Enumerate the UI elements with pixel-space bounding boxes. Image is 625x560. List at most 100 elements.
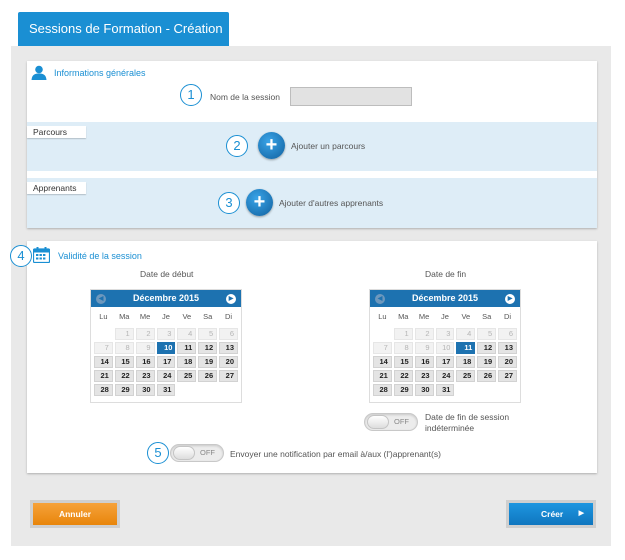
calendar-day[interactable]: 16 (414, 356, 434, 368)
calendar-day[interactable]: 29 (393, 384, 413, 396)
calendar-day[interactable]: 20 (498, 356, 517, 368)
next-month-icon[interactable]: ▶ (226, 294, 236, 304)
calendar-day[interactable]: 18 (177, 356, 197, 368)
weekday-header: Je (162, 312, 170, 321)
calendar-day[interactable]: 25 (456, 370, 476, 382)
indefinite-end-label-line2: indéterminée (425, 423, 475, 433)
calendar-day[interactable]: 29 (114, 384, 134, 396)
toggle-knob (367, 415, 389, 429)
calendar-day[interactable]: 18 (456, 356, 476, 368)
calendar-day[interactable]: 17 (156, 356, 176, 368)
calendar-blank-cell (94, 328, 113, 340)
calendar-day[interactable]: 11 (177, 342, 197, 354)
calendar-day[interactable]: 26 (198, 370, 218, 382)
calendar-day[interactable]: 12 (198, 342, 218, 354)
calendar-day[interactable]: 13 (498, 342, 517, 354)
calendar-day-selected[interactable]: 10 (156, 342, 176, 354)
prev-month-icon[interactable]: ◀ (375, 294, 385, 304)
calendar-day: 8 (114, 342, 134, 354)
end-date-label: Date de fin (425, 269, 467, 279)
indefinite-end-label-line1: Date de fin de session (425, 412, 510, 422)
calendar-day[interactable]: 25 (177, 370, 197, 382)
prev-month-icon[interactable]: ◀ (96, 294, 106, 304)
user-icon (31, 65, 47, 80)
weekday-header: Ma (398, 312, 409, 321)
weekday-header: Me (418, 312, 430, 321)
calendar-day[interactable]: 23 (414, 370, 434, 382)
calendar-day[interactable]: 28 (373, 384, 392, 396)
plus-icon: + (265, 134, 278, 156)
add-parcours-button[interactable]: + (258, 132, 285, 159)
step-5-badge: 5 (147, 442, 169, 464)
calendar-day[interactable]: 12 (477, 342, 497, 354)
plus-icon: + (253, 191, 266, 213)
calendar-day[interactable]: 30 (414, 384, 434, 396)
calendar-day[interactable]: 21 (373, 370, 392, 382)
start-date-calendar: ◀ Décembre 2015 ▶ Lu Ma Me Je Ve Sa Di 1 2 3 4 5 6 7 8… (90, 289, 242, 403)
create-button-frame: Créer ▶ (506, 500, 596, 528)
calendar-icon (32, 247, 51, 264)
calendar-day[interactable]: 15 (114, 356, 134, 368)
calendar-day[interactable]: 24 (435, 370, 455, 382)
weekday-header: Di (504, 312, 512, 321)
calendar-day: 5 (198, 328, 218, 340)
calendar-month: Décembre 2015 (132, 293, 200, 303)
calendar-day: 9 (135, 342, 155, 354)
calendar-day: 7 (94, 342, 113, 354)
apprenants-label: Apprenants (27, 182, 86, 194)
notification-toggle[interactable]: OFF (170, 444, 224, 462)
cancel-button[interactable]: Annuler (33, 503, 117, 525)
calendar-day[interactable]: 14 (94, 356, 113, 368)
calendar-day: 9 (414, 342, 434, 354)
calendar-day[interactable]: 28 (94, 384, 113, 396)
calendar-day[interactable]: 23 (135, 370, 155, 382)
calendar-day[interactable]: 14 (373, 356, 392, 368)
calendar-day: 5 (477, 328, 497, 340)
calendar-day[interactable]: 24 (156, 370, 176, 382)
calendar-day: 10 (435, 342, 455, 354)
calendar-grid: Lu Ma Me Je Ve Sa Di 1 2 3 4 5 6 7 8 9 10 11 12 13 14 15 16 17 1… (370, 307, 520, 396)
general-info-title: Informations générales (54, 68, 146, 78)
calendar-day[interactable]: 17 (435, 356, 455, 368)
calendar-day[interactable]: 20 (219, 356, 238, 368)
calendar-day[interactable]: 30 (135, 384, 155, 396)
calendar-day[interactable]: 31 (435, 384, 455, 396)
calendar-day[interactable]: 16 (135, 356, 155, 368)
arrow-right-icon: ▶ (578, 510, 584, 517)
calendar-header: ◀ Décembre 2015 ▶ (370, 290, 520, 307)
calendar-day[interactable]: 21 (94, 370, 113, 382)
parcours-label: Parcours (27, 126, 86, 138)
calendar-day: 3 (435, 328, 455, 340)
toggle-state: OFF (200, 448, 215, 457)
validity-title: Validité de la session (58, 251, 142, 261)
calendar-day[interactable]: 19 (198, 356, 218, 368)
page-title: Sessions de Formation - Création (18, 12, 229, 46)
calendar-day[interactable]: 27 (498, 370, 517, 382)
weekday-header: Ve (182, 312, 192, 321)
next-month-icon[interactable]: ▶ (505, 294, 515, 304)
weekday-header: Di (225, 312, 233, 321)
calendar-day-selected[interactable]: 11 (456, 342, 476, 354)
calendar-day: 4 (177, 328, 197, 340)
weekday-header: Sa (203, 312, 213, 321)
add-apprenants-label[interactable]: Ajouter d'autres apprenants (279, 198, 383, 208)
calendar-day[interactable]: 26 (477, 370, 497, 382)
session-name-input[interactable] (290, 87, 412, 106)
calendar-day[interactable]: 27 (219, 370, 238, 382)
step-2-badge: 2 (226, 135, 248, 157)
create-button[interactable]: Créer ▶ (509, 503, 593, 525)
calendar-day[interactable]: 31 (156, 384, 176, 396)
create-button-label: Créer (541, 509, 564, 519)
indefinite-end-toggle[interactable]: OFF (364, 413, 418, 431)
weekday-header: Lu (378, 312, 387, 321)
calendar-day[interactable]: 13 (219, 342, 238, 354)
add-parcours-label[interactable]: Ajouter un parcours (291, 141, 365, 151)
calendar-month: Décembre 2015 (411, 293, 479, 303)
step-3-badge: 3 (218, 192, 240, 214)
end-date-calendar: ◀ Décembre 2015 ▶ Lu Ma Me Je Ve Sa Di 1 2 3 4 5 6 7 8… (369, 289, 521, 403)
calendar-day[interactable]: 19 (477, 356, 497, 368)
calendar-day[interactable]: 22 (393, 370, 413, 382)
calendar-day[interactable]: 22 (114, 370, 134, 382)
add-apprenants-button[interactable]: + (246, 189, 273, 216)
calendar-day[interactable]: 15 (393, 356, 413, 368)
